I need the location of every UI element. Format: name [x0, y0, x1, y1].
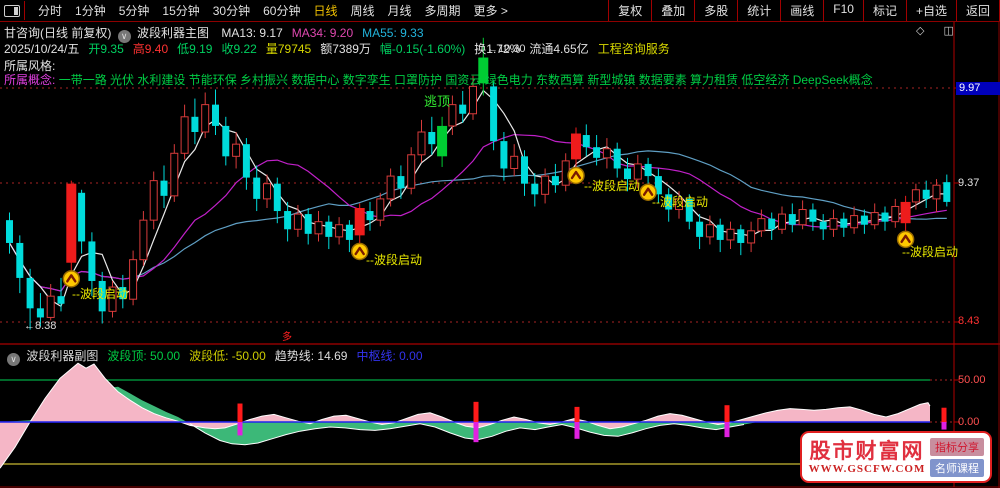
sub-header-field: 波段低: -50.00	[189, 349, 266, 363]
watermark-url: WWW.GSCFW.COM	[808, 462, 926, 475]
wave-start-signal-icon	[62, 270, 81, 288]
menu-period[interactable]: 月线	[388, 4, 412, 18]
ma-label: MA13: 9.17	[221, 26, 283, 40]
period-menu: 分时 1分钟 5分钟 15分钟 30分钟 60分钟 日线 周线 月线 多周期 更多 >	[25, 2, 508, 20]
toolbar-button[interactable]: 叠加	[651, 0, 694, 21]
sub-header-field: 中枢线: 0.00	[356, 349, 423, 363]
quote-field: 收9.22	[221, 42, 257, 56]
menu-period[interactable]: 1分钟	[75, 4, 106, 18]
toolbar-button[interactable]: 多股	[694, 0, 737, 21]
toolbar-button[interactable]: 复权	[608, 0, 651, 21]
quote-field: 开9.35	[88, 42, 124, 56]
price-label: 8.43	[958, 315, 980, 327]
toolbar-buttons: 复权 叠加 多股 统计 画线 F10 标记 +自选 返回	[608, 0, 1000, 21]
chart-annotation: --波段启动	[72, 286, 128, 301]
chart-annotation: --波段启动	[652, 194, 708, 209]
sub-header-field: 波段利器副图	[26, 349, 99, 363]
price-label: 9.97	[956, 82, 1000, 95]
menu-period[interactable]: 15分钟	[162, 4, 199, 18]
chart-annotation: --波段启动	[584, 178, 640, 193]
chart-annotation: 逃顶	[424, 94, 450, 109]
menu-period[interactable]: 多周期	[425, 4, 461, 18]
chart-annotation: 多	[282, 330, 292, 343]
toolbar-button[interactable]: 画线	[780, 0, 823, 21]
menu-period[interactable]: 日线	[313, 4, 337, 18]
style-label: 所属风格:	[4, 59, 56, 73]
ma-label: MA34: 9.20	[291, 26, 354, 40]
stock-title[interactable]: 甘咨询(日线 前复权)	[4, 26, 111, 40]
top-menu-bar: 分时 1分钟 5分钟 15分钟 30分钟 60分钟 日线 周线 月线 多周期 更多 > 复权 叠加 多股…	[0, 0, 1000, 22]
chart-annotation: ←8.38	[24, 320, 56, 332]
price-label: 9.37	[958, 177, 980, 189]
watermark-badge-courses: 名师课程	[930, 458, 984, 477]
watermark-box: 股市财富网 WWW.GSCFW.COM 指标分享 名师课程	[800, 431, 992, 483]
menu-period[interactable]: 5分钟	[119, 4, 150, 18]
concept-row: 所属概念: 一带一路 光伏 水利建设 节能环保 乡村振兴 数据中心 数字孪生 口…	[4, 71, 873, 88]
ma-label: MA55: 9.33	[362, 26, 424, 40]
quote-field: 低9.19	[177, 42, 213, 56]
watermark-site-name: 股市财富网	[809, 439, 925, 463]
quote-field: 幅-0.15(-1.60%)	[379, 42, 466, 56]
menu-period[interactable]: 60分钟	[263, 4, 300, 18]
window-control-icons[interactable]: ◇ ◫	[916, 24, 962, 37]
quote-row: 2025/10/24/五 开9.35 高9.40 低9.19 收9.22 量79745 额7…	[4, 40, 679, 57]
menu-period[interactable]: 更多 >	[474, 4, 508, 18]
watermark-badge-indicators: 指标分享	[930, 437, 984, 456]
menu-period[interactable]: 30分钟	[213, 4, 250, 18]
menu-period[interactable]: 周线	[350, 4, 374, 18]
style-row: 所属风格:	[4, 57, 55, 74]
sub-axis-label: 0.00	[958, 416, 980, 428]
panel-toggle-icon[interactable]	[0, 1, 25, 20]
sub-axis-label: 50.00	[958, 374, 986, 386]
chart-annotation: --波段启动	[902, 244, 958, 259]
sub-header-field: 波段顶: 50.00	[107, 349, 181, 363]
quote-field: 高9.40	[132, 42, 169, 56]
wave-start-signal-icon	[567, 166, 585, 185]
sub-header-field: 趋势线: 14.69	[274, 349, 348, 363]
toolbar-button[interactable]: F10	[823, 0, 863, 21]
chart-annotation: --波段启动	[366, 252, 422, 267]
toolbar-button[interactable]: +自选	[905, 0, 956, 21]
quote-field: 工程咨询服务	[597, 42, 670, 56]
quote-field: 量79745	[265, 42, 312, 56]
quote-field: 流通4.65亿	[529, 42, 589, 56]
trading-app-window: 分时 1分钟 5分钟 15分钟 30分钟 60分钟 日线 周线 月线 多周期 更多 > 复权 叠加 多股…	[0, 0, 1000, 488]
quote-field: 换1.72%	[474, 42, 521, 56]
toolbar-button[interactable]: 返回	[955, 0, 1000, 21]
toolbar-button[interactable]: 统计	[737, 0, 780, 21]
concept-label: 所属概念:	[4, 73, 56, 87]
menu-period[interactable]: 分时	[38, 4, 62, 18]
concept-list: 一带一路 光伏 水利建设 节能环保 乡村振兴 数据中心 数字孪生 口罩防护 国资…	[58, 73, 873, 87]
toolbar-button[interactable]: 标记	[862, 0, 906, 21]
quote-field: 额7389万	[320, 42, 371, 56]
quote-field: 2025/10/24/五	[4, 42, 80, 56]
ma-value-labels: MA13: 9.17 MA34: 9.20 MA55: 9.33	[221, 26, 432, 40]
sub-indicator-header: ∨ 波段利器副图 波段顶: 50.00 波段低: -50.00 趋势线: 14.69 中…	[4, 347, 432, 366]
chevron-down-icon[interactable]: ∨	[7, 353, 20, 366]
main-indicator-name[interactable]: 波段利器主图	[137, 26, 209, 40]
